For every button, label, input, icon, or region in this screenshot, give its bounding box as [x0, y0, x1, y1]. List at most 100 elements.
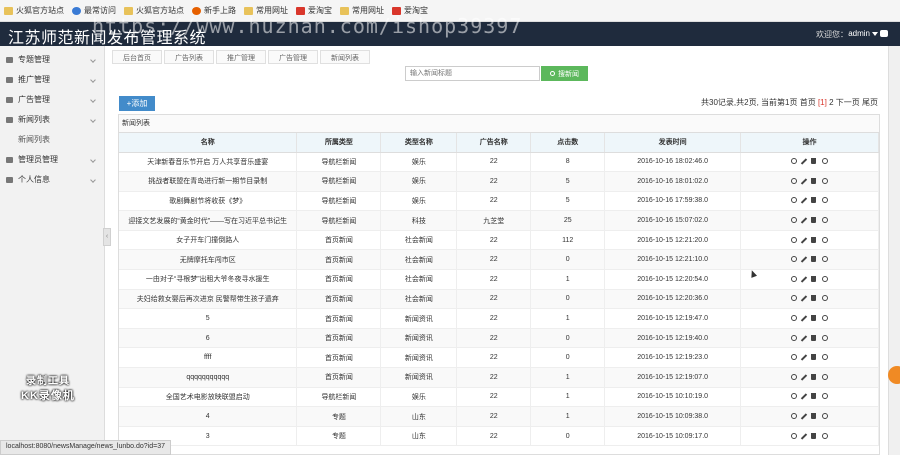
status-icon[interactable] [822, 334, 829, 341]
edit-icon[interactable] [800, 413, 808, 420]
bookmark-item[interactable]: 火狐官方站点 [4, 5, 64, 16]
view-icon[interactable] [791, 197, 798, 204]
chevron-down-icon[interactable] [872, 32, 878, 36]
sidebar-item-promotion[interactable]: 推广管理 [0, 70, 104, 90]
cell-publish-time: 2016-10-15 10:09:38.0 [604, 406, 742, 427]
status-icon[interactable] [822, 413, 829, 420]
status-icon[interactable] [822, 197, 829, 204]
user-menu[interactable]: admin [848, 29, 870, 38]
view-icon[interactable] [791, 393, 798, 400]
edit-icon[interactable] [800, 158, 808, 165]
sidebar-item-topics[interactable]: 专题管理 [0, 50, 104, 70]
delete-icon[interactable] [811, 236, 817, 243]
delete-icon[interactable] [811, 158, 817, 165]
edit-icon[interactable] [800, 217, 808, 224]
search-input[interactable] [405, 66, 540, 81]
bookmark-item[interactable]: 爱淘宝 [392, 5, 428, 16]
status-icon[interactable] [822, 177, 829, 184]
view-icon[interactable] [791, 334, 798, 341]
bookmark-item[interactable]: 火狐官方站点 [124, 5, 184, 16]
bookmark-item[interactable]: 最常访问 [72, 5, 116, 16]
status-icon[interactable] [822, 217, 829, 224]
status-icon[interactable] [822, 315, 829, 322]
search-button[interactable]: 搜新闻 [541, 66, 588, 81]
delete-icon[interactable] [811, 315, 817, 322]
tab-home[interactable]: 后台首页 [112, 50, 162, 64]
delete-icon[interactable] [811, 334, 817, 341]
delete-icon[interactable] [811, 393, 817, 400]
view-icon[interactable] [791, 177, 798, 184]
chevron-down-icon [90, 177, 96, 183]
sidebar-item-news[interactable]: 新闻列表 [0, 110, 104, 130]
view-icon[interactable] [791, 373, 798, 380]
cell-actions [740, 152, 879, 173]
delete-icon[interactable] [811, 413, 817, 420]
edit-icon[interactable] [800, 432, 808, 440]
view-icon[interactable] [791, 217, 798, 224]
tab-news-list[interactable]: 新闻列表 [320, 50, 370, 64]
delete-icon[interactable] [811, 256, 817, 263]
delete-icon[interactable] [811, 177, 817, 184]
status-icon[interactable] [822, 393, 829, 400]
view-icon[interactable] [791, 295, 798, 302]
edit-icon[interactable] [800, 178, 808, 185]
edit-icon[interactable] [800, 276, 808, 283]
current-page[interactable]: [1] [818, 98, 827, 107]
status-icon[interactable] [822, 354, 829, 361]
status-icon[interactable] [822, 158, 829, 165]
bookmark-item[interactable]: 常用网址 [244, 5, 288, 16]
welcome-text: 欢迎您： [816, 30, 848, 39]
bookmark-item[interactable]: 新手上路 [192, 5, 236, 16]
cell-name: 天津新春音乐节开启 万人共享音乐盛宴 [119, 152, 298, 173]
edit-icon[interactable] [800, 236, 808, 244]
edit-icon[interactable] [800, 197, 808, 205]
floating-action-button[interactable] [888, 366, 900, 384]
view-icon[interactable] [791, 413, 798, 420]
view-icon[interactable] [791, 256, 798, 263]
bookmark-item[interactable]: 爱淘宝 [296, 5, 332, 16]
cell-name: 4 [119, 406, 298, 427]
delete-icon[interactable] [811, 354, 817, 361]
sidebar-item-profile[interactable]: 个人信息 [0, 170, 104, 190]
view-icon[interactable] [791, 275, 798, 282]
cell-type: 首页新闻 [296, 289, 382, 310]
tab-promotion[interactable]: 推广管理 [216, 50, 266, 64]
sidebar-collapse-toggle[interactable]: ‹ [103, 228, 111, 246]
sidebar-item-admins[interactable]: 管理员管理 [0, 150, 104, 170]
user-icon[interactable] [880, 30, 888, 37]
delete-icon[interactable] [811, 217, 817, 224]
status-icon[interactable] [822, 373, 829, 380]
edit-icon[interactable] [800, 354, 808, 361]
status-icon[interactable] [822, 256, 829, 263]
sidebar-item-ads[interactable]: 广告管理 [0, 90, 104, 110]
delete-icon[interactable] [811, 432, 817, 439]
status-icon[interactable] [822, 275, 829, 282]
bookmark-item[interactable]: 常用网址 [340, 5, 384, 16]
view-icon[interactable] [791, 354, 798, 361]
delete-icon[interactable] [811, 275, 817, 282]
status-icon[interactable] [822, 295, 829, 302]
sidebar-subitem-news-list[interactable]: 新闻列表 [0, 130, 104, 150]
vertical-scrollbar[interactable] [888, 46, 900, 455]
cell-clicks: 1 [530, 367, 606, 388]
edit-icon[interactable] [800, 393, 808, 401]
view-icon[interactable] [791, 315, 798, 322]
edit-icon[interactable] [800, 256, 808, 263]
edit-icon[interactable] [800, 295, 808, 303]
add-button[interactable]: +添加 [119, 96, 155, 111]
cell-type: 首页新闻 [296, 328, 382, 349]
tab-ad-list[interactable]: 广告列表 [164, 50, 214, 64]
globe-icon [72, 6, 81, 15]
delete-icon[interactable] [811, 373, 817, 380]
edit-icon[interactable] [800, 374, 808, 381]
status-icon[interactable] [822, 236, 829, 243]
delete-icon[interactable] [811, 295, 817, 302]
tab-ads[interactable]: 广告管理 [268, 50, 318, 64]
status-icon[interactable] [822, 432, 829, 439]
view-icon[interactable] [791, 432, 798, 439]
view-icon[interactable] [791, 158, 798, 165]
edit-icon[interactable] [800, 315, 808, 322]
view-icon[interactable] [791, 236, 798, 243]
delete-icon[interactable] [811, 197, 817, 204]
edit-icon[interactable] [800, 334, 808, 342]
